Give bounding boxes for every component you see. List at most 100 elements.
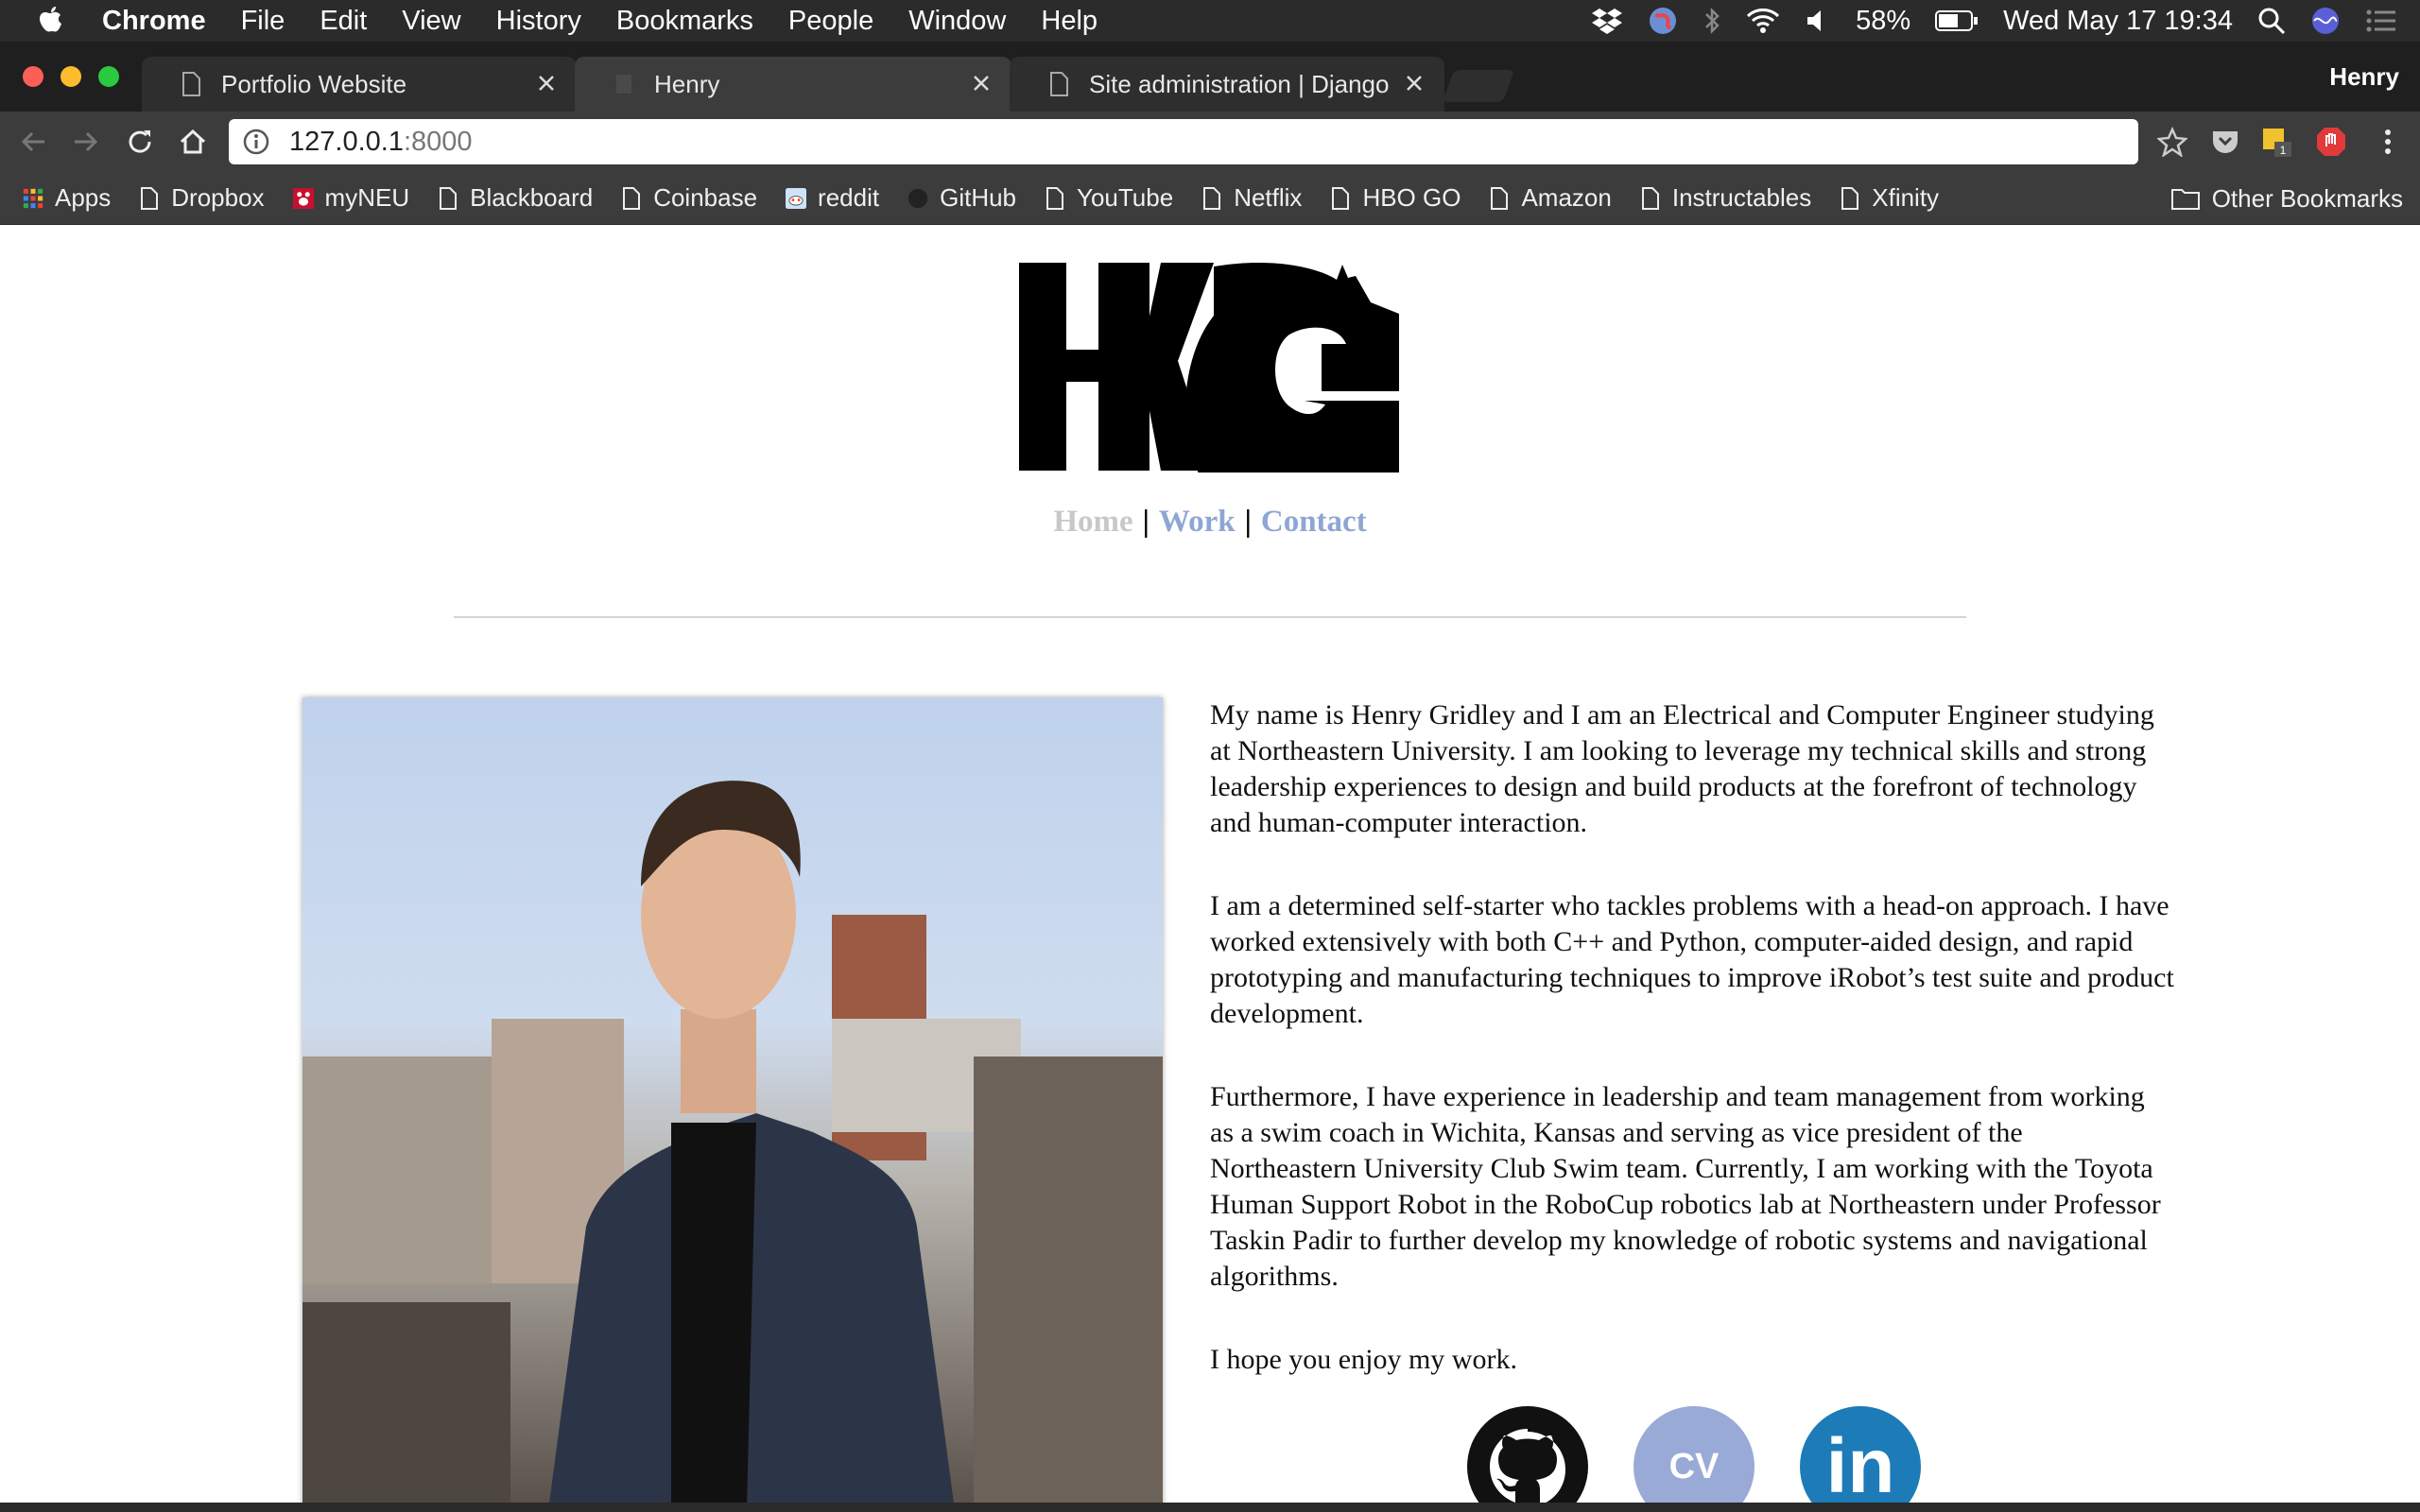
pocket-icon[interactable]: [2206, 123, 2244, 161]
bookmark-star-icon[interactable]: [2153, 123, 2191, 161]
bookmark-label: Apps: [55, 183, 112, 212]
menu-help[interactable]: Help: [1041, 6, 1098, 37]
page-icon: [1640, 185, 1661, 212]
globe-icon[interactable]: [1648, 0, 1678, 42]
bookmark-label: Amazon: [1521, 183, 1612, 212]
page-icon: [621, 185, 642, 212]
page-icon: [1201, 185, 1222, 212]
tab-title: Site administration | Django sit: [1089, 69, 1392, 98]
bio-paragraph: My name is Henry Gridley and I am an Ele…: [1210, 699, 2154, 838]
bookmark-xfinity[interactable]: Xfinity: [1840, 183, 1939, 213]
bio-paragraph: I hope you enjoy my work.: [1210, 1344, 1517, 1375]
dock-edge: [0, 1503, 2420, 1512]
bookmarks-bar: Apps Dropbox myNEU Blackboard Coinbase r…: [0, 172, 2420, 225]
tab-portfolio-website[interactable]: Portfolio Website: [142, 57, 577, 112]
bookmark-coinbase[interactable]: Coinbase: [621, 183, 757, 213]
nav-home-link[interactable]: Home: [1053, 505, 1132, 539]
close-window-button[interactable]: [23, 66, 43, 87]
page-icon: [139, 185, 160, 212]
page-icon: [182, 72, 200, 96]
spotlight-icon[interactable]: [2257, 0, 2286, 42]
nav-separator: |: [1244, 505, 1252, 539]
reddit-icon: [786, 185, 807, 212]
menu-file[interactable]: File: [241, 6, 285, 37]
bookmark-label: HBO GO: [1362, 183, 1461, 212]
page-icon: [438, 185, 458, 212]
battery-percentage[interactable]: 58%: [1856, 6, 1910, 37]
menu-chrome[interactable]: Chrome: [102, 6, 206, 37]
bluetooth-icon[interactable]: [1703, 0, 1721, 42]
forward-icon[interactable]: [66, 123, 104, 161]
apps-grid-icon: [23, 185, 43, 212]
menu-window[interactable]: Window: [908, 6, 1006, 37]
close-tab-icon[interactable]: [968, 70, 994, 96]
volume-icon[interactable]: [1805, 0, 1831, 42]
tab-henry[interactable]: Henry: [575, 57, 1011, 112]
reload-icon[interactable]: [121, 123, 159, 161]
tab-title: Henry: [654, 69, 720, 98]
menu-history[interactable]: History: [496, 6, 581, 37]
address-bar[interactable]: 127.0.0.1:8000: [229, 119, 2138, 164]
page-icon: [1049, 72, 1068, 96]
url-port: :8000: [403, 126, 473, 157]
github-icon: [908, 185, 928, 212]
bookmark-youtube[interactable]: YouTube: [1045, 183, 1173, 213]
main-nav: Home | Work | Contact: [0, 505, 2420, 540]
bookmark-myneu[interactable]: myNEU: [292, 183, 410, 213]
hkg-logo: [1019, 261, 1401, 495]
chrome-menu-icon[interactable]: [2369, 123, 2407, 161]
bookmark-label: Instructables: [1671, 183, 1812, 212]
zoom-window-button[interactable]: [98, 66, 119, 87]
menu-edit[interactable]: Edit: [320, 6, 367, 37]
horizontal-rule: [454, 616, 1966, 618]
battery-icon[interactable]: [1935, 0, 1979, 42]
bookmark-dropbox[interactable]: Dropbox: [139, 183, 265, 213]
menu-people[interactable]: People: [788, 6, 873, 37]
bookmark-amazon[interactable]: Amazon: [1489, 183, 1612, 213]
close-tab-icon[interactable]: [533, 70, 560, 96]
wifi-icon[interactable]: [1746, 0, 1780, 42]
bookmark-apps[interactable]: Apps: [23, 183, 111, 213]
close-tab-icon[interactable]: [1401, 70, 1427, 96]
url-host: 127.0.0.1: [289, 126, 404, 157]
profile-button[interactable]: Henry: [2329, 62, 2399, 92]
site-info-icon[interactable]: [242, 128, 270, 156]
extension-notes-icon[interactable]: 1: [2259, 123, 2297, 161]
clock[interactable]: Wed May 17 19:34: [2003, 6, 2233, 37]
menu-view[interactable]: View: [402, 6, 460, 37]
folder-icon: [2170, 186, 2203, 211]
tab-django-admin[interactable]: Site administration | Django sit: [1010, 57, 1444, 112]
nav-work-link[interactable]: Work: [1159, 505, 1236, 539]
web-page: Home | Work | Contact My name is Henry Gridl…: [0, 225, 2420, 1503]
bookmark-label: YouTube: [1077, 183, 1174, 212]
siri-icon[interactable]: [2310, 0, 2341, 42]
back-icon[interactable]: [15, 123, 53, 161]
tab-strip: Portfolio Website Henry Site administrat…: [0, 42, 2420, 112]
bookmark-reddit[interactable]: reddit: [786, 183, 879, 213]
adblock-icon[interactable]: [2312, 123, 2350, 161]
bio-paragraph: Furthermore, I have experience in leader…: [1210, 1081, 2161, 1292]
bio-paragraph: I am a determined self-starter who tackl…: [1210, 890, 2174, 1029]
apple-icon[interactable]: [36, 0, 74, 42]
bookmark-hbo-go[interactable]: HBO GO: [1330, 183, 1461, 213]
dropbox-icon[interactable]: [1591, 0, 1623, 42]
home-icon[interactable]: [174, 123, 212, 161]
menu-bookmarks[interactable]: Bookmarks: [616, 6, 753, 37]
notification-center-icon[interactable]: [2365, 0, 2397, 42]
husky-paw-icon: [292, 185, 314, 212]
bookmark-label: Netflix: [1234, 183, 1303, 212]
status-area: 58% Wed May 17 19:34: [1591, 0, 2397, 42]
bookmark-github[interactable]: GitHub: [908, 183, 1016, 213]
nav-contact-link[interactable]: Contact: [1261, 505, 1367, 539]
minimize-window-button[interactable]: [60, 66, 81, 87]
bookmark-netflix[interactable]: Netflix: [1201, 183, 1302, 213]
bookmark-label: Blackboard: [470, 183, 594, 212]
new-tab-button[interactable]: [1442, 70, 1515, 102]
bookmark-label: myNEU: [324, 183, 410, 212]
page-icon: [1045, 185, 1065, 212]
bookmark-label: Coinbase: [653, 183, 758, 212]
other-bookmarks[interactable]: Other Bookmarks: [2170, 172, 2403, 225]
bookmark-blackboard[interactable]: Blackboard: [438, 183, 593, 213]
browser-toolbar: 127.0.0.1:8000 1: [0, 112, 2420, 172]
bookmark-instructables[interactable]: Instructables: [1640, 183, 1811, 213]
